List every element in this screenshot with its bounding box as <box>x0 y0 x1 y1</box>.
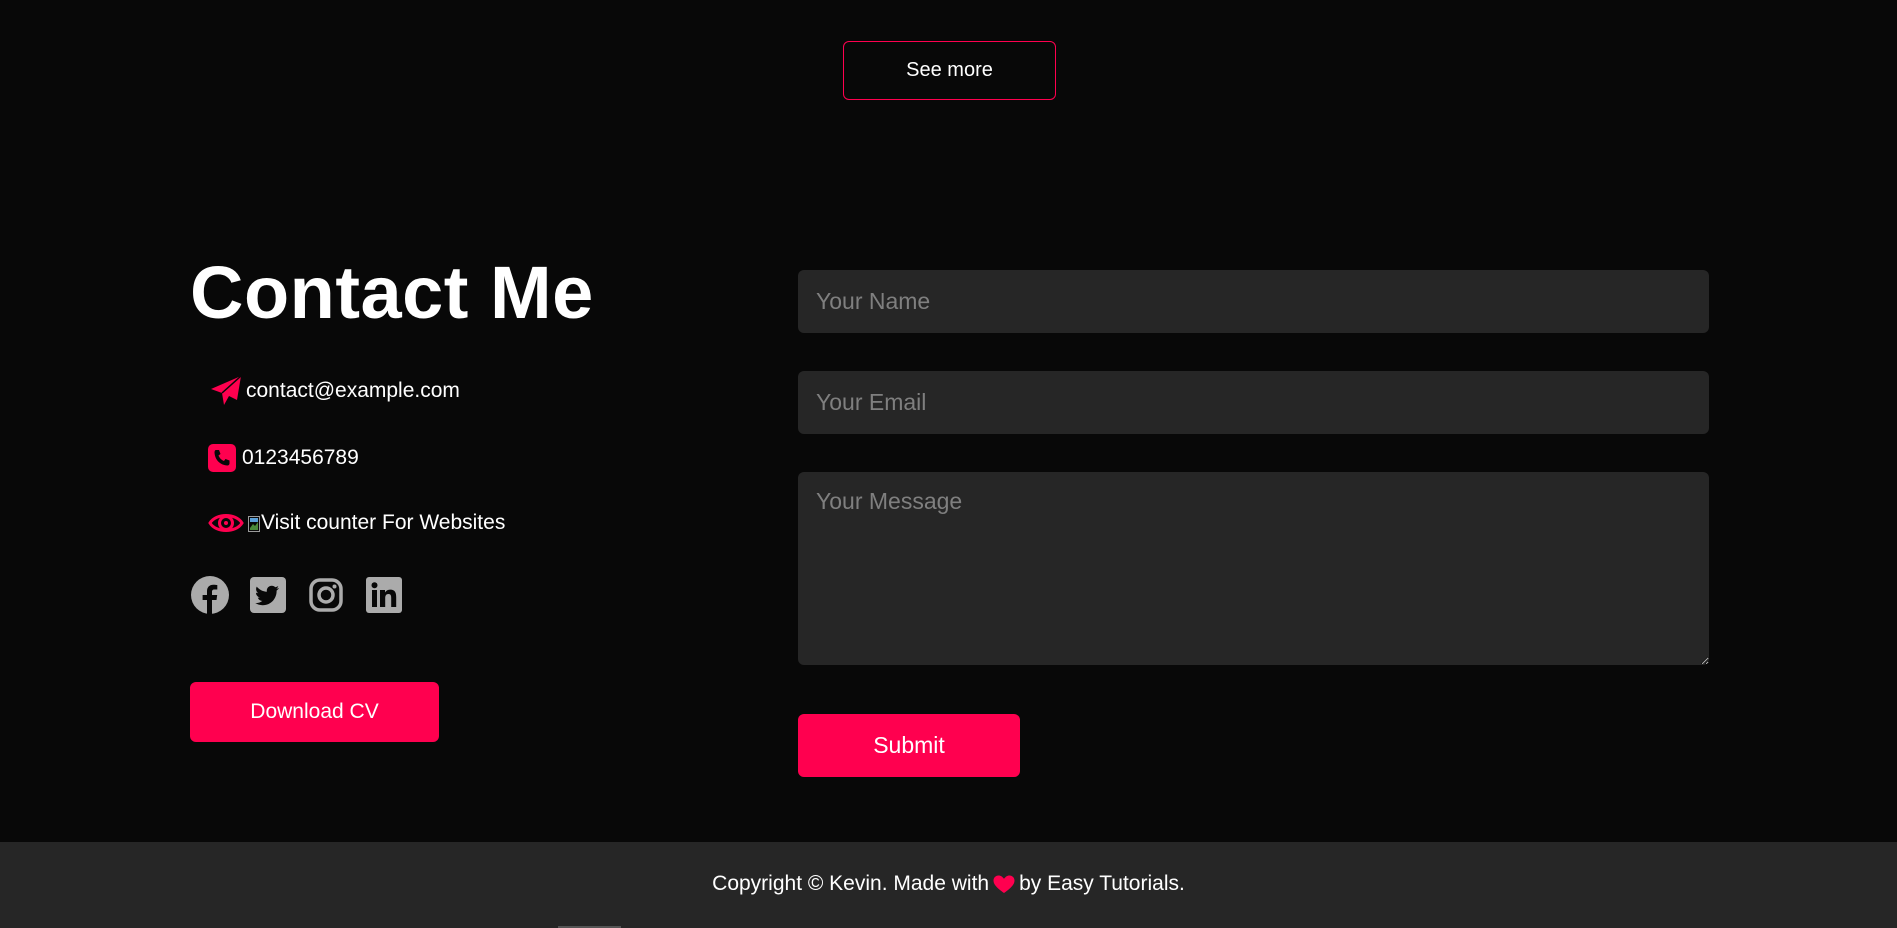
twitter-icon[interactable] <box>248 575 288 615</box>
linkedin-icon[interactable] <box>364 575 404 615</box>
contact-title: Contact Me <box>190 251 594 334</box>
message-textarea[interactable] <box>798 472 1709 665</box>
name-input[interactable] <box>798 270 1709 333</box>
contact-email-text: contact@example.com <box>246 379 460 402</box>
visit-counter-alt-text: Visit counter For Websites <box>261 511 506 534</box>
email-input[interactable] <box>798 371 1709 434</box>
instagram-icon[interactable] <box>306 575 346 615</box>
social-icons <box>190 575 404 615</box>
contact-phone-row: 0123456789 <box>208 444 359 472</box>
paper-plane-icon <box>208 373 244 409</box>
visit-counter-row: Visit counter For Websites <box>208 505 505 541</box>
broken-image-icon <box>248 516 260 532</box>
heart-icon <box>993 875 1015 894</box>
see-more-button[interactable]: See more <box>843 41 1056 100</box>
footer-copyright-prefix: Copyright © Kevin. Made with <box>712 872 990 895</box>
footer: Copyright © Kevin. Made with by Easy Tut… <box>0 842 1897 928</box>
footer-copyright-suffix: by Easy Tutorials. <box>1019 872 1185 895</box>
eye-icon <box>208 505 244 541</box>
facebook-icon[interactable] <box>190 575 230 615</box>
phone-square-icon <box>208 444 236 472</box>
submit-button[interactable]: Submit <box>798 714 1020 777</box>
contact-phone-text: 0123456789 <box>242 446 359 469</box>
contact-info: Contact Me contact@example.com 012345678… <box>190 250 750 742</box>
download-cv-button[interactable]: Download CV <box>190 682 439 742</box>
contact-email-row: contact@example.com <box>208 373 460 409</box>
page: See more Contact Me contact@example.com … <box>0 0 1897 928</box>
